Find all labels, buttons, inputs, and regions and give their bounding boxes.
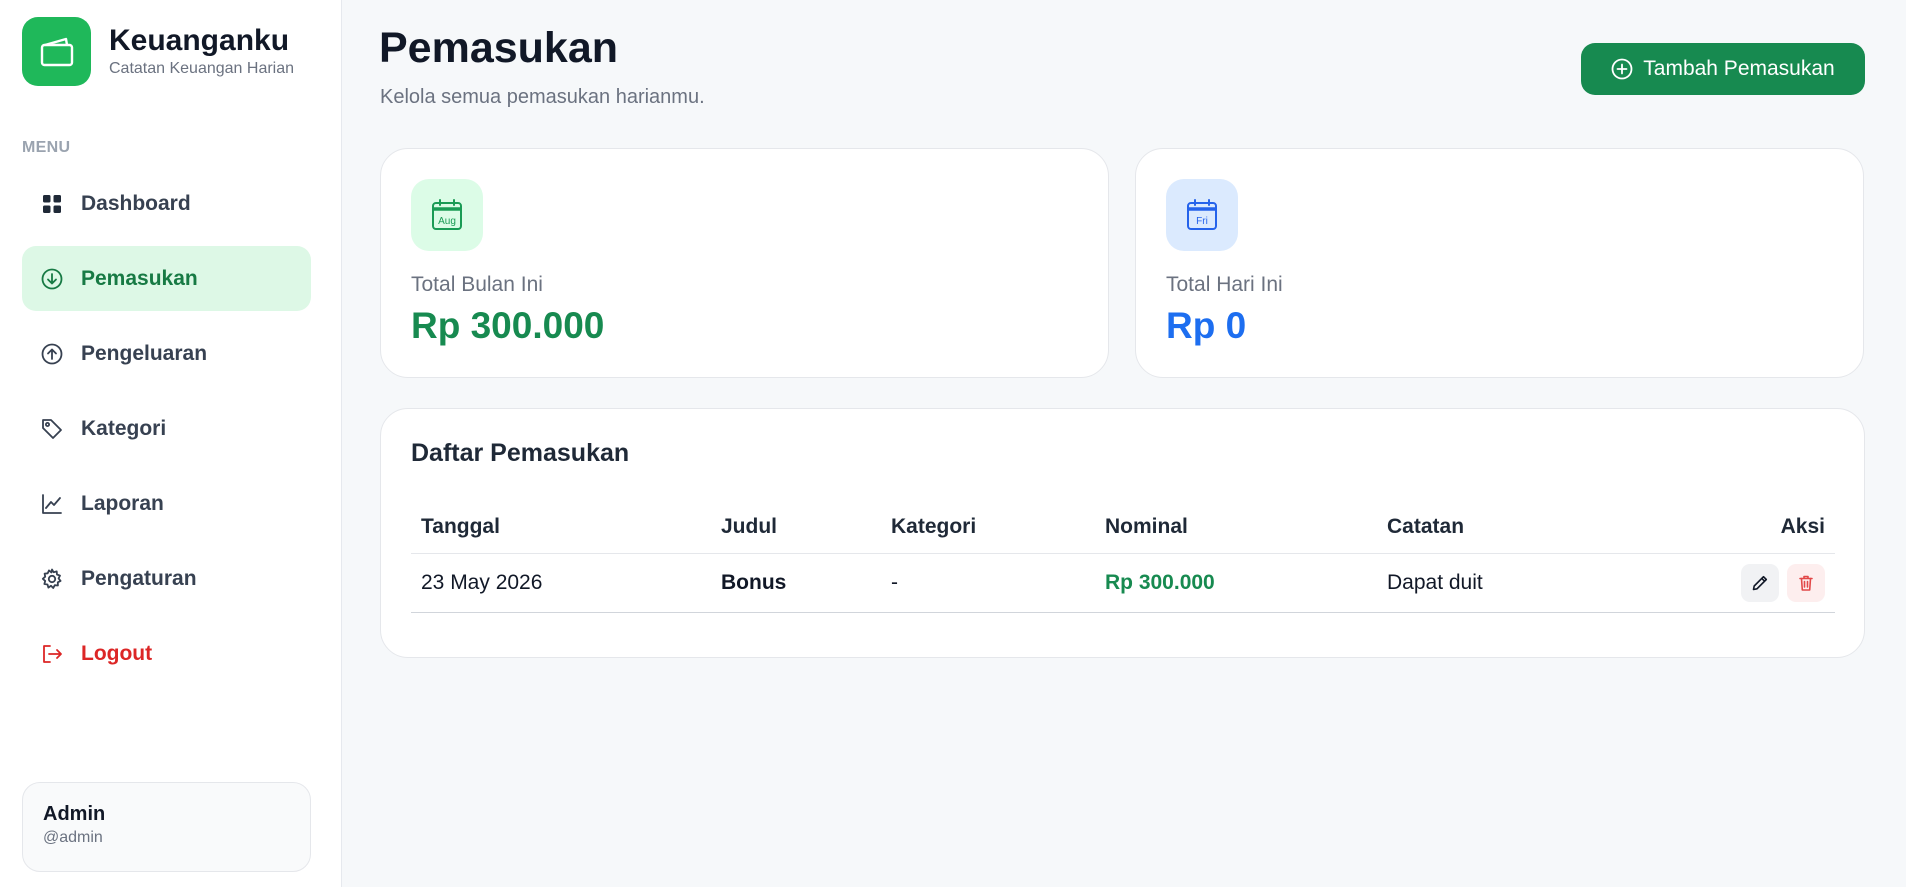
income-table: Tanggal Judul Kategori Nominal Catatan A… [411, 495, 1835, 613]
wallet-icon [22, 17, 91, 86]
brand: Keuanganku Catatan Keuangan Harian [22, 17, 294, 86]
sidebar-nav: Dashboard Pemasukan Pengeluaran Kategori… [22, 171, 311, 696]
cell-aksi [1677, 553, 1835, 613]
sidebar-item-pengeluaran[interactable]: Pengeluaran [22, 321, 311, 386]
cell-catatan: Dapat duit [1377, 553, 1677, 613]
arrow-down-circle-icon [41, 268, 63, 290]
sidebar-item-label: Logout [81, 641, 153, 665]
cell-tanggal: 23 May 2026 [411, 553, 711, 613]
calendar-month-text: Aug [438, 216, 456, 227]
sidebar-item-dashboard[interactable]: Dashboard [22, 171, 311, 236]
app-tagline: Catatan Keuangan Harian [109, 60, 295, 77]
column-header-catatan[interactable]: Catatan [1377, 495, 1677, 554]
page-title: Pemasukan [379, 24, 619, 72]
column-header-nominal[interactable]: Nominal [1095, 495, 1377, 554]
stat-card-month: Aug Total Bulan Ini Rp 300.000 [380, 148, 1109, 378]
table-header-row: Tanggal Judul Kategori Nominal Catatan A… [411, 495, 1835, 554]
cell-nominal: Rp 300.000 [1095, 553, 1377, 613]
plus-circle-icon [1611, 58, 1633, 80]
arrow-up-circle-icon [41, 343, 63, 365]
user-card[interactable]: Admin @admin [22, 782, 311, 872]
trash-icon [1799, 575, 1813, 591]
stat-value-month: Rp 300.000 [411, 305, 605, 346]
sidebar: Keuanganku Catatan Keuangan Harian MENU … [0, 0, 342, 887]
line-chart-icon [41, 493, 63, 515]
sidebar-item-kategori[interactable]: Kategori [22, 396, 311, 461]
page-subtitle: Kelola semua pemasukan harianmu. [380, 86, 705, 108]
gear-icon [41, 568, 63, 590]
sidebar-item-label: Kategori [81, 416, 167, 440]
menu-heading: MENU [22, 139, 71, 156]
sidebar-item-logout[interactable]: Logout [22, 621, 311, 686]
edit-button[interactable] [1741, 563, 1779, 602]
tag-icon [41, 418, 63, 440]
user-handle: @admin [43, 829, 103, 846]
stat-label-month: Total Bulan Ini [411, 273, 543, 296]
column-header-kategori[interactable]: Kategori [881, 495, 1095, 554]
table-row[interactable]: 23 May 2026 Bonus - Rp 300.000 Dapat dui… [411, 553, 1835, 613]
user-name: Admin [43, 803, 106, 825]
cell-judul: Bonus [711, 553, 881, 613]
calendar-day-text: Fri [1196, 216, 1208, 227]
sidebar-item-label: Pengaturan [81, 566, 197, 590]
sidebar-item-label: Laporan [81, 491, 164, 515]
delete-button[interactable] [1787, 563, 1825, 602]
column-header-judul[interactable]: Judul [711, 495, 881, 554]
logout-icon [41, 643, 63, 665]
sidebar-item-laporan[interactable]: Laporan [22, 471, 311, 536]
sidebar-item-pemasukan[interactable]: Pemasukan [22, 246, 311, 311]
column-header-tanggal[interactable]: Tanggal [411, 495, 711, 554]
sidebar-item-pengaturan[interactable]: Pengaturan [22, 546, 311, 611]
stat-card-today: Fri Total Hari Ini Rp 0 [1135, 148, 1864, 378]
column-header-aksi: Aksi [1677, 495, 1835, 554]
add-income-label: Tambah Pemasukan [1643, 57, 1835, 80]
app-name: Keuanganku [109, 24, 290, 57]
sidebar-item-label: Dashboard [81, 191, 191, 215]
stat-label-today: Total Hari Ini [1166, 273, 1283, 296]
grid-icon [41, 193, 63, 215]
cell-kategori: - [881, 553, 1095, 613]
table-title: Daftar Pemasukan [411, 439, 630, 467]
calendar-day-icon: Fri [1166, 179, 1238, 251]
add-income-button[interactable]: Tambah Pemasukan [1581, 43, 1865, 95]
sidebar-item-label: Pengeluaran [81, 341, 208, 365]
pencil-icon [1752, 575, 1768, 590]
income-table-card: Daftar Pemasukan Tanggal Judul Kategori … [380, 408, 1865, 658]
calendar-month-icon: Aug [411, 179, 483, 251]
sidebar-item-label: Pemasukan [81, 266, 198, 290]
stat-value-today: Rp 0 [1166, 305, 1247, 346]
